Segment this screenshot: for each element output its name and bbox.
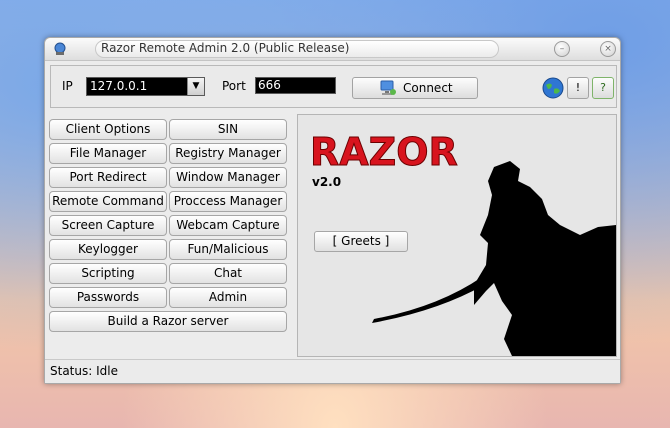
network-computer-icon bbox=[380, 80, 396, 95]
samurai-silhouette-icon bbox=[474, 161, 616, 356]
minimize-icon: – bbox=[559, 44, 565, 54]
client-options-button[interactable]: Client Options bbox=[49, 119, 167, 140]
title-bar[interactable]: Razor Remote Admin 2.0 (Public Release) … bbox=[45, 38, 620, 61]
exclamation-button[interactable]: ! bbox=[567, 77, 589, 99]
main-window: Razor Remote Admin 2.0 (Public Release) … bbox=[44, 37, 621, 384]
status-text: Status: Idle bbox=[50, 364, 118, 378]
razor-logo-text: RAZOR bbox=[310, 130, 458, 174]
chevron-down-icon[interactable]: ▼ bbox=[187, 78, 204, 95]
webcam-capture-button[interactable]: Webcam Capture bbox=[169, 215, 287, 236]
status-bar: Status: Idle bbox=[45, 359, 620, 383]
build-server-button[interactable]: Build a Razor server bbox=[49, 311, 287, 332]
globe-icon[interactable] bbox=[542, 77, 564, 99]
window-title: Razor Remote Admin 2.0 (Public Release) bbox=[101, 41, 350, 55]
help-button[interactable]: ? bbox=[592, 77, 614, 99]
remote-command-button[interactable]: Remote Command bbox=[49, 191, 167, 212]
sin-button[interactable]: SIN bbox=[169, 119, 287, 140]
registry-manager-button[interactable]: Registry Manager bbox=[169, 143, 287, 164]
keylogger-button[interactable]: Keylogger bbox=[49, 239, 167, 260]
process-manager-button[interactable]: Proccess Manager bbox=[169, 191, 287, 212]
port-label: Port bbox=[222, 79, 246, 93]
close-button[interactable]: × bbox=[600, 41, 616, 57]
connection-bar: IP 127.0.0.1 ▼ Port 666 Connect ! ? bbox=[50, 65, 617, 108]
app-icon bbox=[54, 42, 66, 55]
close-icon: × bbox=[604, 44, 612, 54]
ip-value: 127.0.0.1 bbox=[90, 79, 148, 93]
window-manager-button[interactable]: Window Manager bbox=[169, 167, 287, 188]
ip-label: IP bbox=[62, 79, 73, 93]
connect-button[interactable]: Connect bbox=[352, 77, 478, 99]
port-input[interactable]: 666 bbox=[255, 77, 336, 94]
ip-combobox[interactable]: 127.0.0.1 ▼ bbox=[86, 77, 205, 96]
scripting-button[interactable]: Scripting bbox=[49, 263, 167, 284]
version-label: v2.0 bbox=[312, 175, 342, 189]
fun-malicious-button[interactable]: Fun/Malicious bbox=[169, 239, 287, 260]
admin-button[interactable]: Admin bbox=[169, 287, 287, 308]
chat-button[interactable]: Chat bbox=[169, 263, 287, 284]
greets-button[interactable]: [ Greets ] bbox=[314, 231, 408, 252]
passwords-button[interactable]: Passwords bbox=[49, 287, 167, 308]
port-redirect-button[interactable]: Port Redirect bbox=[49, 167, 167, 188]
logo-panel: RAZOR v2.0 [ Greets ] bbox=[297, 114, 617, 357]
minimize-button[interactable]: – bbox=[554, 41, 570, 57]
screen-capture-button[interactable]: Screen Capture bbox=[49, 215, 167, 236]
connect-label: Connect bbox=[403, 81, 453, 95]
file-manager-button[interactable]: File Manager bbox=[49, 143, 167, 164]
sword-icon bbox=[372, 277, 484, 323]
